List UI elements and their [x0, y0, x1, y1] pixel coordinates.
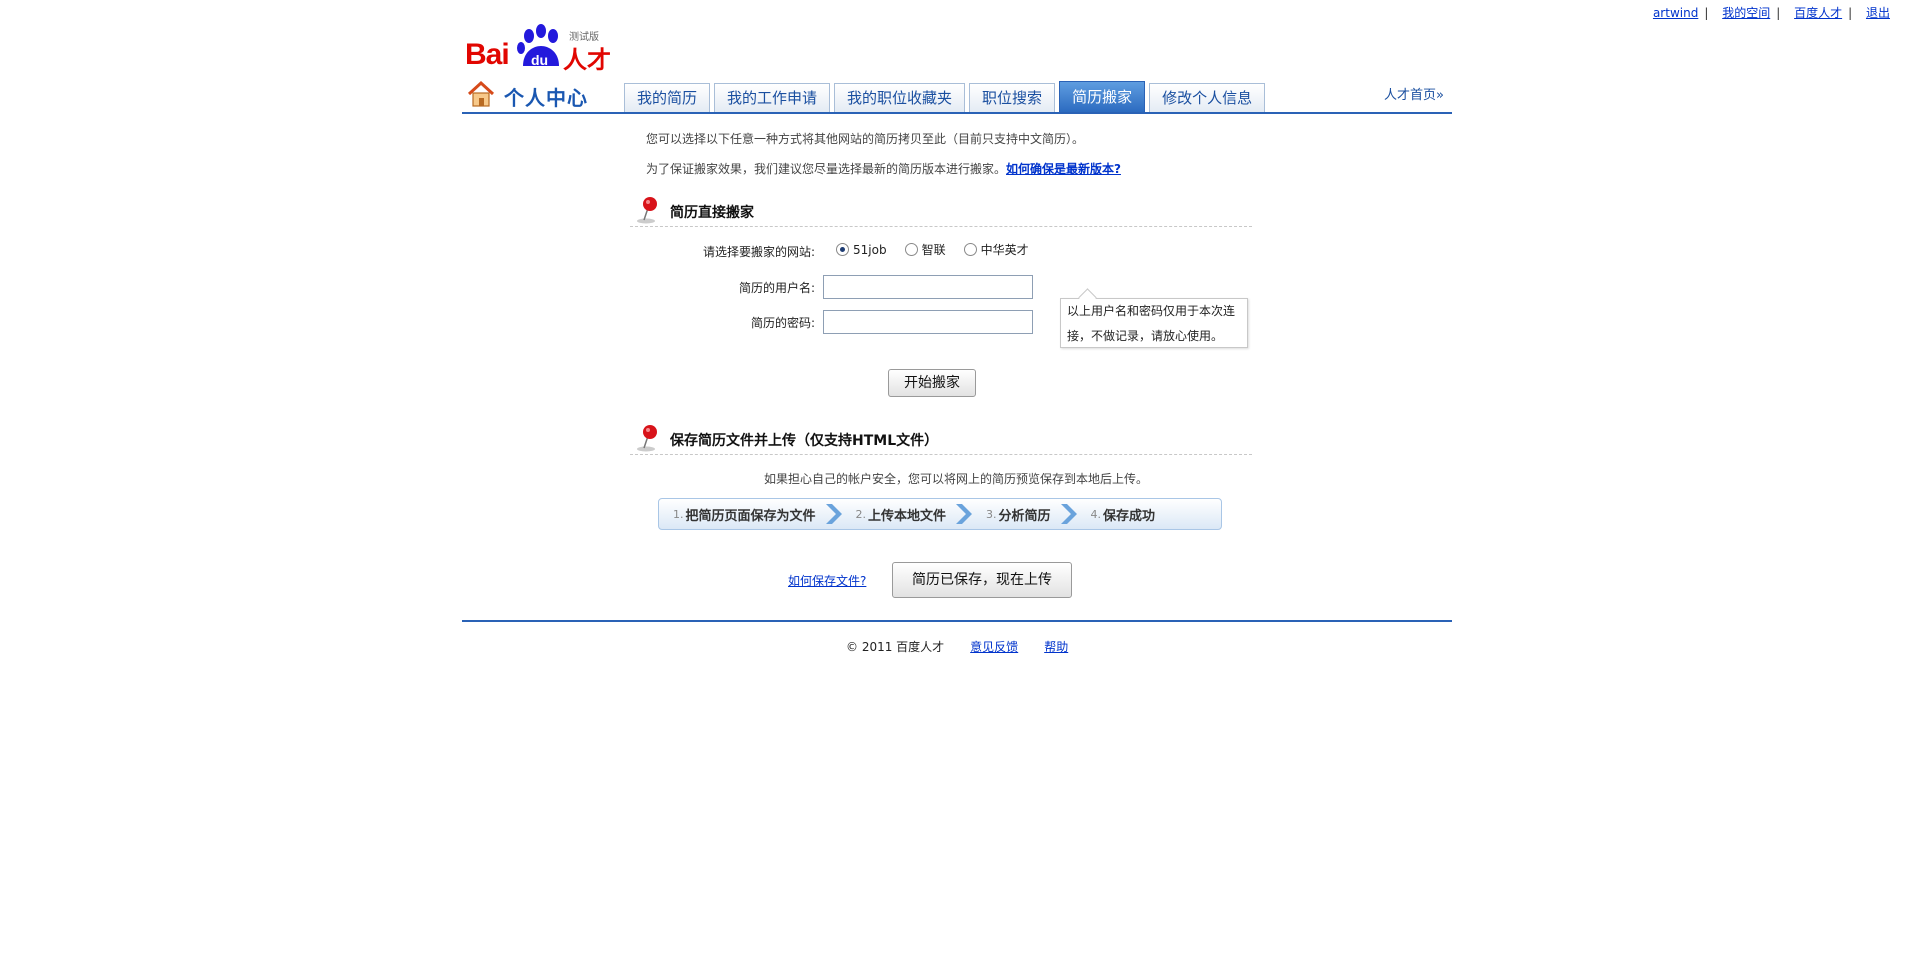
home-icon	[467, 80, 495, 107]
help-link[interactable]: 帮助	[1044, 638, 1068, 655]
copyright-text: © 2011 百度人才	[846, 640, 945, 654]
pushpin-icon	[637, 425, 657, 452]
radio-selected-indicator[interactable]	[836, 243, 849, 256]
footer: © 2011 百度人才 意见反馈 帮助	[846, 638, 1068, 655]
footer-divider	[462, 620, 1452, 622]
latest-version-help-link[interactable]: 如何确保是最新版本?	[1006, 162, 1121, 176]
tab-my-resume[interactable]: 我的简历	[624, 83, 711, 112]
upload-description: 如果担心自己的帐户安全，您可以将网上的简历预览保存到本地后上传。	[764, 472, 1149, 486]
step-2-number: 2.	[855, 507, 867, 521]
radio-51job[interactable]: 51job	[836, 241, 887, 258]
baidu-rencai-logo[interactable]: Bai du 测试版 人才	[465, 20, 615, 74]
tab-edit-profile[interactable]: 修改个人信息	[1149, 83, 1266, 112]
start-move-button[interactable]: 开始搬家	[888, 369, 976, 397]
top-user-links: artwind | 我的空间 | 百度人才 | 退出	[1653, 4, 1890, 21]
logo-bai-text: Bai	[465, 38, 510, 71]
upload-steps-bar: 1. 把简历页面保存为文件 2. 上传本地文件 3. 分析简历 4. 保存成功	[658, 498, 1222, 530]
separator: |	[1704, 6, 1709, 20]
chevron-right-icon	[825, 504, 842, 524]
radio-51job-label: 51job	[853, 242, 887, 257]
intro-line-2-text: 为了保证搬家效果，我们建议您尽量选择最新的简历版本进行搬家。	[646, 162, 1007, 176]
chevron-right-icon	[956, 504, 973, 524]
tooltip-line-2: 接，不做记录，请放心使用。	[1067, 329, 1224, 343]
password-label: 简历的密码:	[750, 316, 815, 330]
radio-chinahr-label: 中华英才	[980, 243, 1029, 257]
radio-indicator[interactable]	[963, 243, 977, 256]
step-1: 1. 把简历页面保存为文件	[673, 505, 816, 524]
upload-button[interactable]: 简历已保存，现在上传	[892, 562, 1072, 598]
step-4-number: 4.	[1090, 507, 1102, 521]
separator: |	[1848, 6, 1853, 20]
tab-favorites[interactable]: 我的职位收藏夹	[834, 83, 966, 112]
site-radio-group: 51job 智联 中华英才	[836, 241, 1029, 258]
pushpin-icon	[637, 197, 657, 224]
my-space-link[interactable]: 我的空间	[1722, 6, 1770, 20]
rencai-home-link[interactable]: 人才首页»	[1384, 84, 1444, 103]
logo-rencai-text: 人才	[563, 46, 611, 74]
radio-zhilian[interactable]: 智联	[904, 241, 946, 258]
feedback-link[interactable]: 意见反馈	[970, 638, 1018, 655]
step-2-label: 上传本地文件	[868, 508, 947, 524]
step-2: 2. 上传本地文件	[856, 505, 947, 524]
upload-section-header: 保存简历文件并上传（仅支持HTML文件）	[630, 418, 1252, 455]
paw-logo-icon: du	[517, 24, 559, 68]
tab-bar: 我的简历 我的工作申请 我的职位收藏夹 职位搜索 简历搬家 修改个人信息	[624, 81, 1266, 112]
radio-indicator[interactable]	[904, 243, 918, 256]
privacy-tooltip: 以上用户名和密码仅用于本次连 接，不做记录，请放心使用。	[1060, 298, 1248, 348]
password-input[interactable]	[823, 310, 1033, 334]
tab-job-search[interactable]: 职位搜索	[969, 83, 1056, 112]
upload-section-title: 保存简历文件并上传（仅支持HTML文件）	[670, 433, 939, 449]
step-1-label: 把简历页面保存为文件	[685, 508, 816, 524]
step-3-label: 分析简历	[998, 508, 1051, 524]
logout-link[interactable]: 退出	[1866, 6, 1890, 20]
logo-du-text: du	[531, 52, 548, 68]
step-3: 3. 分析简历	[986, 505, 1051, 524]
step-1-number: 1.	[673, 507, 684, 521]
username-link[interactable]: artwind	[1653, 6, 1698, 20]
tooltip-line-1: 以上用户名和密码仅用于本次连	[1067, 304, 1236, 318]
direct-move-section-header: 简历直接搬家	[630, 190, 1252, 227]
separator: |	[1776, 6, 1781, 20]
site-label: 请选择要搬家的网站:	[702, 245, 815, 259]
page-title: 个人中心	[504, 86, 588, 110]
step-4-label: 保存成功	[1103, 508, 1156, 524]
main-nav: 个人中心 我的简历 我的工作申请 我的职位收藏夹 职位搜索 简历搬家 修改个人信…	[462, 78, 1452, 114]
intro-line-2: 为了保证搬家效果，我们建议您尽量选择最新的简历版本进行搬家。如何确保是最新版本?	[646, 160, 1121, 177]
radio-chinahr[interactable]: 中华英才	[963, 241, 1029, 258]
baidu-rencai-link[interactable]: 百度人才	[1794, 6, 1842, 20]
username-label: 简历的用户名:	[738, 281, 815, 295]
step-3-number: 3.	[986, 507, 997, 521]
intro-line-1: 您可以选择以下任意一种方式将其他网站的简历拷贝至此（目前只支持中文简历）。	[646, 132, 1085, 146]
direct-move-title: 简历直接搬家	[670, 205, 754, 221]
radio-zhilian-label: 智联	[921, 243, 946, 257]
tab-my-applications[interactable]: 我的工作申请	[714, 83, 831, 112]
chevron-right-icon	[1060, 504, 1077, 524]
username-input[interactable]	[823, 275, 1033, 299]
step-4: 4. 保存成功	[1091, 505, 1156, 524]
how-to-save-link[interactable]: 如何保存文件?	[788, 572, 866, 589]
tab-resume-move[interactable]: 简历搬家	[1059, 81, 1146, 112]
